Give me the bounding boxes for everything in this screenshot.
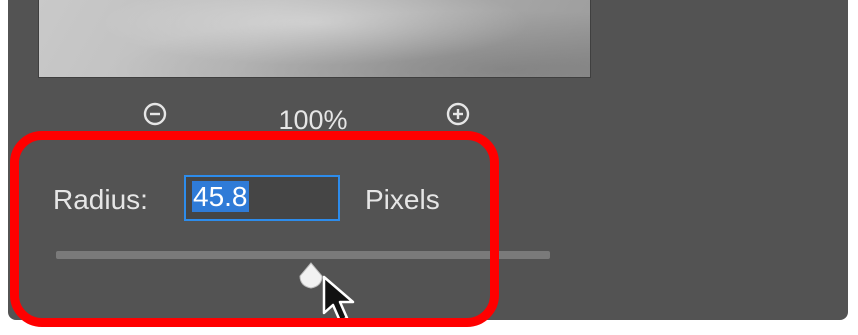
units-label: Pixels bbox=[365, 184, 440, 215]
mouse-cursor-icon bbox=[322, 275, 355, 323]
dialog-panel: 100% bbox=[8, 0, 848, 320]
radius-slider-track[interactable] bbox=[56, 251, 550, 259]
radius-label: Radius: bbox=[53, 184, 148, 215]
radius-value[interactable]: 45.8 bbox=[192, 181, 249, 212]
zoom-out-icon[interactable] bbox=[141, 100, 169, 128]
zoom-level: 100% bbox=[278, 105, 348, 135]
preview-image[interactable] bbox=[38, 0, 591, 78]
zoom-in-icon[interactable] bbox=[444, 100, 472, 128]
radius-input[interactable]: 45.8 bbox=[184, 175, 340, 221]
preview-texture bbox=[39, 0, 590, 77]
